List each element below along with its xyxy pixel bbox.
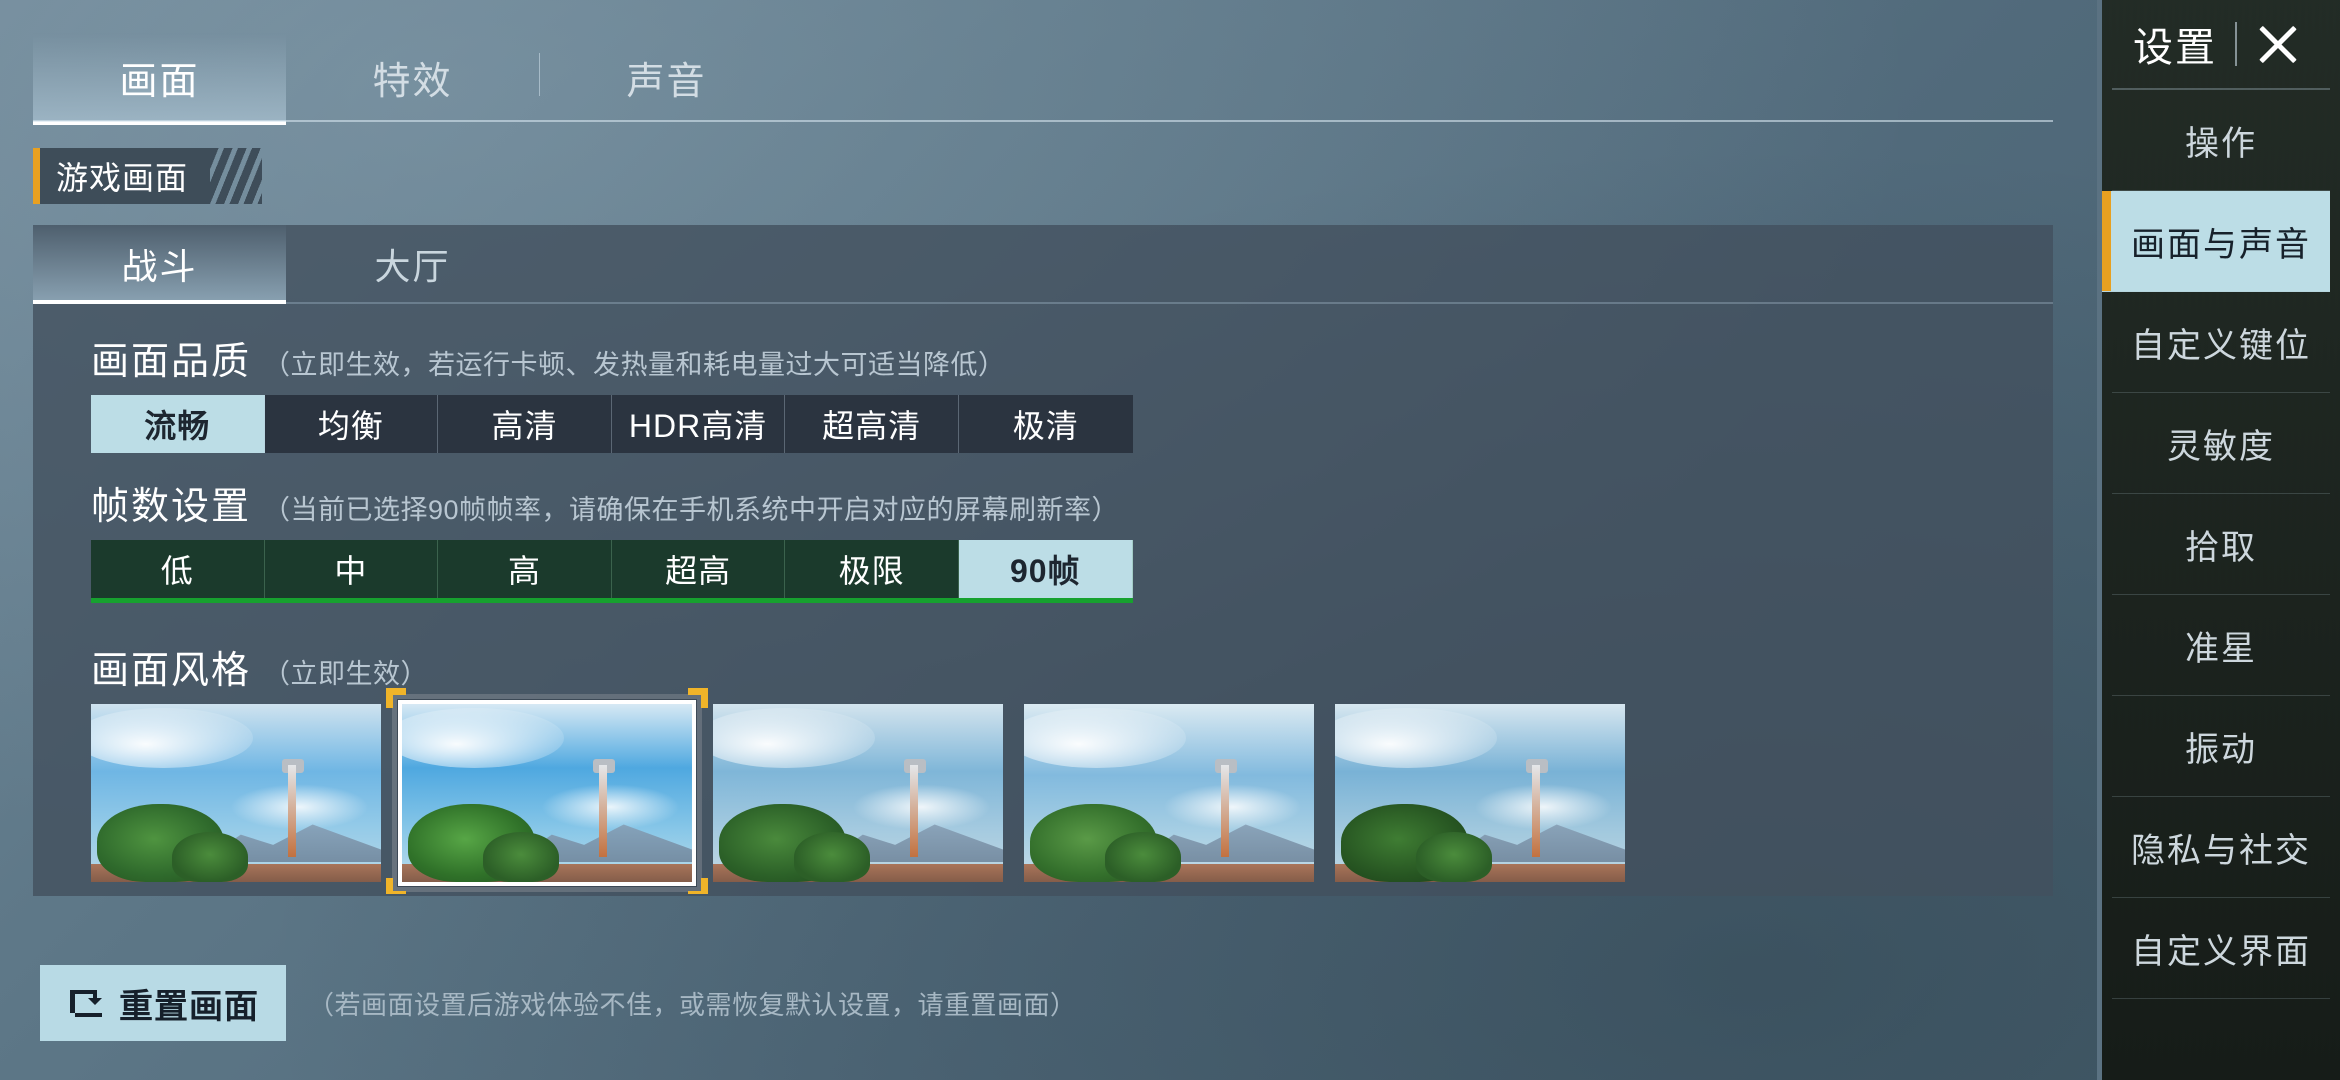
quality-option-smooth-label: 流畅	[144, 408, 211, 444]
sub-tab-battle-label: 战斗	[121, 245, 198, 287]
selection-corner-top-left-icon	[386, 688, 406, 708]
framerate-option-medium[interactable]: 中	[265, 540, 439, 598]
framerate-option-extreme[interactable]: 极限	[785, 540, 959, 598]
style-thumbnail-5[interactable]	[1335, 704, 1625, 882]
top-tab-underline	[33, 120, 2053, 122]
style-thumbnail-1[interactable]	[91, 704, 381, 882]
quality-option-smooth[interactable]: 流畅	[91, 395, 265, 453]
main-content: 画面 特效 声音 游戏画面 战斗 大厅 画面品质 （立即生效，若运行卡顿、发热量…	[0, 0, 2097, 1080]
sub-tab-bar: 战斗 大厅	[33, 225, 2053, 304]
tab-sound[interactable]: 声音	[540, 33, 793, 122]
framerate-option-high[interactable]: 高	[438, 540, 612, 598]
sidebar-item-display-and-sound[interactable]: 画面与声音	[2102, 191, 2330, 292]
framerate-option-group: 低 中 高 超高 极限 90帧	[91, 540, 1133, 603]
sidebar-title-divider	[2235, 22, 2237, 66]
sidebar-item-display-and-sound-label: 画面与声音	[2131, 225, 2311, 264]
framerate-option-90fps-label: 90帧	[1009, 553, 1081, 589]
quality-option-uhd-label: 超高清	[822, 408, 922, 444]
sidebar-item-controls[interactable]: 操作	[2112, 90, 2330, 191]
panel-body: 画面品质 （立即生效，若运行卡顿、发热量和耗电量过大可适当降低） 流畅 均衡 高…	[33, 304, 2053, 894]
quality-option-hdr-hd[interactable]: HDR高清	[612, 395, 786, 453]
style-preview-image-5	[1335, 704, 1625, 882]
sidebar-item-custom-keys-label: 自定义键位	[2131, 326, 2311, 365]
style-thumbnail-2[interactable]	[386, 688, 708, 894]
framerate-option-ultra[interactable]: 超高	[612, 540, 786, 598]
sidebar-item-sensitivity-label: 灵敏度	[2167, 427, 2275, 466]
framerate-option-high-label: 高	[507, 553, 541, 589]
section-chip-slashes	[210, 148, 263, 204]
section-chip-game-display: 游戏画面	[33, 148, 263, 204]
settings-panel: 战斗 大厅 画面品质 （立即生效，若运行卡顿、发热量和耗电量过大可适当降低） 流…	[33, 225, 2053, 896]
sidebar-item-custom-keys[interactable]: 自定义键位	[2112, 292, 2330, 393]
quality-row-header: 画面品质 （立即生效，若运行卡顿、发热量和耗电量过大可适当降低）	[33, 330, 2053, 385]
selection-corner-top-right-icon	[688, 688, 708, 708]
quality-option-extreme-hd-label: 极清	[1012, 408, 1079, 444]
sidebar-item-pickup[interactable]: 拾取	[2112, 494, 2330, 595]
tab-effects[interactable]: 特效	[286, 33, 539, 122]
style-preview-image-1	[91, 704, 381, 882]
quality-option-group: 流畅 均衡 高清 HDR高清 超高清 极清	[91, 395, 1133, 453]
sidebar-item-controls-label: 操作	[2185, 124, 2257, 163]
tab-display[interactable]: 画面	[33, 33, 286, 125]
framerate-option-low-label: 低	[160, 553, 194, 589]
selection-corner-bottom-left-icon	[386, 878, 406, 894]
quality-desc: （立即生效，若运行卡顿、发热量和耗电量过大可适当降低）	[263, 350, 1006, 380]
style-desc: （立即生效）	[263, 659, 429, 689]
framerate-desc: （当前已选择90帧帧率，请确保在手机系统中开启对应的屏幕刷新率）	[263, 495, 1120, 525]
framerate-option-ultra-label: 超高	[665, 553, 732, 589]
sub-tab-lobby-label: 大厅	[374, 245, 451, 287]
style-row-header: 画面风格 （立即生效）	[33, 639, 2053, 694]
sidebar-item-privacy-and-social-label: 隐私与社交	[2131, 831, 2311, 870]
sidebar-item-pickup-label: 拾取	[2185, 528, 2257, 567]
quality-option-balanced[interactable]: 均衡	[265, 395, 439, 453]
reset-description: （若画面设置后游戏体验不佳，或需恢复默认设置，请重置画面）	[308, 989, 1077, 1020]
section-chip-label-wrap: 游戏画面	[40, 148, 211, 204]
style-title: 画面风格	[91, 650, 252, 692]
tab-sound-label: 声音	[626, 61, 707, 103]
sidebar-item-sensitivity[interactable]: 灵敏度	[2112, 393, 2330, 494]
sidebar-item-privacy-and-social[interactable]: 隐私与社交	[2112, 797, 2330, 898]
style-thumbnail-list	[91, 688, 2053, 894]
tab-effects-label: 特效	[372, 61, 453, 103]
close-icon[interactable]	[2247, 13, 2309, 75]
quality-title: 画面品质	[91, 341, 252, 383]
framerate-row-header: 帧数设置 （当前已选择90帧帧率，请确保在手机系统中开启对应的屏幕刷新率）	[33, 475, 2053, 530]
quality-option-hdr-hd-label: HDR高清	[628, 408, 768, 444]
quality-option-hd[interactable]: 高清	[438, 395, 612, 453]
sidebar-item-vibration-label: 振动	[2185, 730, 2257, 769]
section-chip-accent-bar	[33, 148, 40, 204]
selection-corner-bottom-right-icon	[688, 878, 708, 894]
section-chip-label: 游戏画面	[56, 160, 189, 196]
reset-display-button[interactable]: 重置画面	[40, 965, 286, 1041]
quality-option-extreme-hd[interactable]: 极清	[959, 395, 1133, 453]
style-thumbnail-4[interactable]	[1024, 704, 1314, 882]
reset-icon	[67, 987, 105, 1020]
sidebar-item-crosshair-label: 准星	[2185, 629, 2257, 668]
sidebar-item-custom-ui-label: 自定义界面	[2131, 932, 2311, 971]
sidebar-item-custom-ui[interactable]: 自定义界面	[2112, 898, 2330, 999]
sidebar-item-crosshair[interactable]: 准星	[2112, 595, 2330, 696]
framerate-title: 帧数设置	[91, 486, 252, 528]
sidebar-title: 设置	[2133, 26, 2217, 70]
framerate-option-extreme-label: 极限	[838, 553, 905, 589]
top-tab-bar: 画面 特效 声音	[33, 33, 2053, 125]
style-preview-image-4	[1024, 704, 1314, 882]
framerate-option-low[interactable]: 低	[91, 540, 265, 598]
quality-option-balanced-label: 均衡	[317, 408, 384, 444]
quality-option-hd-label: 高清	[491, 408, 558, 444]
sub-tab-lobby[interactable]: 大厅	[286, 225, 539, 302]
reset-display-label: 重置画面	[119, 987, 259, 1026]
style-thumbnail-3[interactable]	[713, 704, 1003, 882]
style-preview-image-2	[398, 700, 696, 886]
quality-option-uhd[interactable]: 超高清	[785, 395, 959, 453]
framerate-option-90fps[interactable]: 90帧	[958, 540, 1133, 598]
framerate-option-medium-label: 中	[334, 553, 368, 589]
sub-tab-battle[interactable]: 战斗	[33, 225, 286, 304]
tab-display-label: 画面	[119, 61, 200, 103]
sidebar-header: 设置	[2112, 0, 2330, 90]
settings-sidebar: 设置 操作 画面与声音 自定义键位 灵敏度 拾取 准星 振动 隐私与社交 自定义…	[2097, 0, 2340, 1080]
reset-area: 重置画面 （若画面设置后游戏体验不佳，或需恢复默认设置，请重置画面）	[40, 965, 1077, 1041]
style-preview-image-3	[713, 704, 1003, 882]
sidebar-item-vibration[interactable]: 振动	[2112, 696, 2330, 797]
